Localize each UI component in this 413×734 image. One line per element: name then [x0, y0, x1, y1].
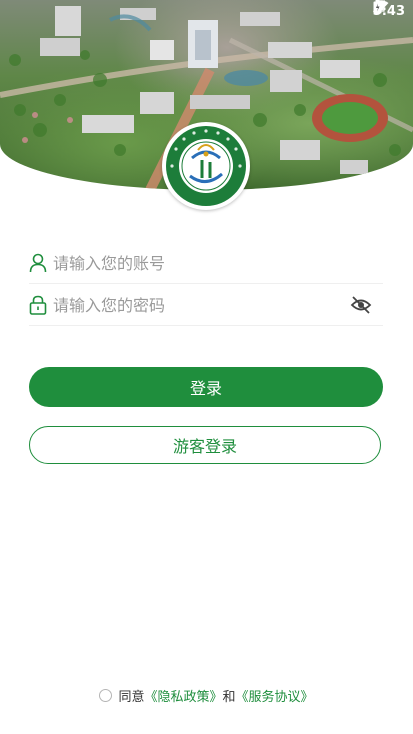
privacy-policy-link[interactable]: 《隐私政策》	[144, 686, 222, 705]
service-agreement-link[interactable]: 《服务协议》	[236, 686, 314, 705]
eye-off-icon[interactable]	[349, 293, 373, 317]
status-bar: 5:43	[372, 0, 413, 22]
agree-and: 和	[222, 690, 236, 705]
lock-icon	[29, 295, 47, 315]
account-input[interactable]	[53, 249, 383, 277]
college-emblem-icon	[166, 126, 246, 206]
password-input[interactable]	[53, 291, 349, 319]
account-field[interactable]	[29, 243, 383, 284]
battery-icon	[373, 0, 382, 14]
college-logo	[162, 122, 250, 210]
agree-radio[interactable]	[99, 689, 113, 702]
password-field[interactable]	[29, 285, 383, 326]
guest-login-button[interactable]: 游客登录	[29, 426, 381, 464]
user-icon	[29, 253, 47, 273]
agreement-row: 同意 《隐私政策》 和 《服务协议》	[0, 686, 413, 705]
login-button[interactable]: 登录	[29, 367, 383, 407]
agree-prefix: 同意	[118, 690, 145, 705]
